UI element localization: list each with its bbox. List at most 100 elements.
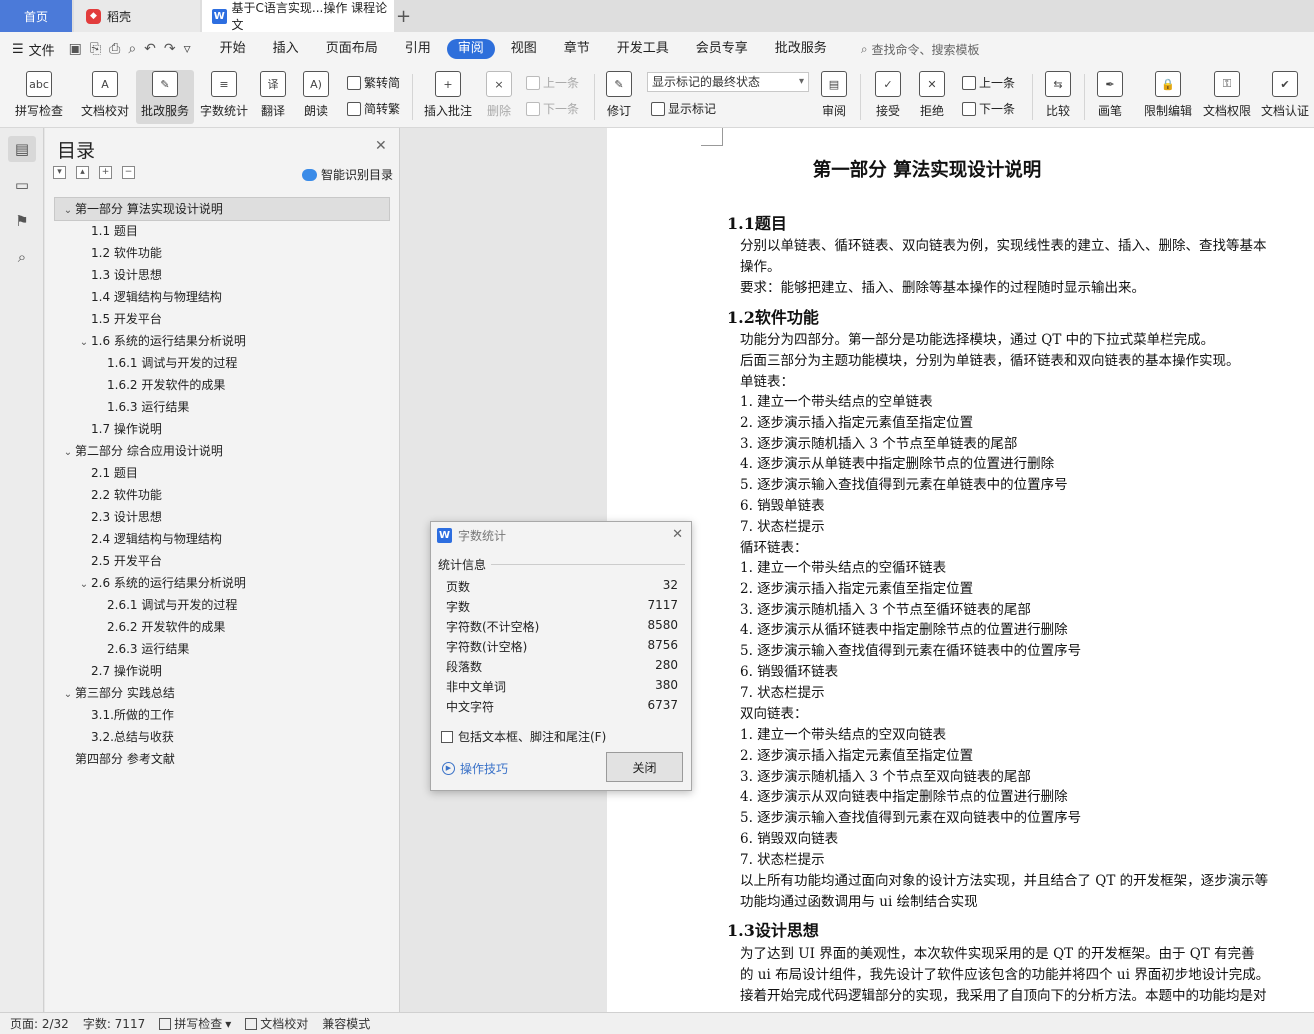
toc-item[interactable]: 2.4 逻辑结构与物理结构 [55, 528, 389, 550]
export-pdf-icon[interactable]: ⎘ [90, 41, 101, 57]
chevron-down-icon[interactable]: ⌄ [77, 332, 91, 352]
document-page[interactable]: 第一部分 算法实现设计说明 1.1题目 分别以单链表、循环链表、双向链表为例，实… [607, 128, 1314, 1012]
prev-comment-button[interactable]: 上一条 [526, 74, 579, 91]
display-mode-select[interactable]: 显示标记的最终状态 [647, 72, 809, 92]
doc-permission-button[interactable]: ⚿ 文档权限 [1200, 70, 1254, 124]
toc-item[interactable]: ⌄ 第二部分 综合应用设计说明 [55, 440, 389, 462]
toc-item[interactable]: 1.1 题目 [55, 220, 389, 242]
restrict-edit-button[interactable]: 🔒 限制编辑 [1140, 70, 1196, 124]
toc-item[interactable]: 1.6.2 开发软件的成果 [55, 374, 389, 396]
customize-dropdown-icon[interactable]: ▿ [184, 41, 191, 57]
toc-panel-icon[interactable]: ▤ [8, 136, 36, 162]
toc-item[interactable]: 3.2.总结与收获 [55, 726, 389, 748]
include-textbox-checkbox[interactable]: 包括文本框、脚注和尾注(F) [441, 728, 606, 745]
next-change-button[interactable]: 下一条 [962, 100, 1015, 117]
toc-item[interactable]: 2.6.3 运行结果 [55, 638, 389, 660]
toc-item[interactable]: ⌄ 1.6 系统的运行结果分析说明 [55, 330, 389, 352]
toc-item[interactable]: ⌄ 第三部分 实践总结 [55, 682, 389, 704]
find-icon[interactable]: ⌕ [8, 244, 36, 270]
chevron-down-icon[interactable]: ⌄ [61, 684, 75, 704]
review-pane-button[interactable]: ▤ 审阅 [816, 70, 852, 124]
redo-icon[interactable]: ↷ [164, 41, 176, 57]
ribbon-tab[interactable]: 会员专享 [685, 39, 759, 59]
toc-item[interactable]: 1.3 设计思想 [55, 264, 389, 286]
tips-link[interactable]: ▶ 操作技巧 [442, 760, 508, 777]
undo-icon[interactable]: ↶ [144, 41, 156, 57]
toc-item[interactable]: 2.1 题目 [55, 462, 389, 484]
chevron-down-icon[interactable]: ⌄ [77, 574, 91, 594]
review-service-button[interactable]: ✎ 批改服务 [136, 70, 194, 124]
new-tab-button[interactable]: + [396, 0, 414, 32]
tab-home[interactable]: 首页 [0, 0, 72, 32]
toc-item[interactable]: 2.5 开发平台 [55, 550, 389, 572]
reject-button[interactable]: ✕ 拒绝 [914, 70, 950, 124]
insert-comment-button[interactable]: + 插入批注 [420, 70, 476, 124]
collapse-all-icon[interactable]: ▾ [53, 166, 66, 179]
ribbon-tab[interactable]: 引用 [394, 39, 442, 59]
file-menu-button[interactable]: ☰ 文件 [12, 40, 55, 59]
proofread-status[interactable]: 文档校对 [245, 1015, 308, 1032]
ribbon-tab[interactable]: 插入 [262, 39, 310, 59]
toc-item[interactable]: 2.7 操作说明 [55, 660, 389, 682]
close-icon[interactable]: ✕ [672, 527, 683, 542]
ribbon-tab[interactable]: 章节 [553, 39, 601, 59]
compare-button[interactable]: ⇆ 比较 [1040, 70, 1076, 124]
page-indicator[interactable]: 页面: 2/32 [10, 1015, 69, 1032]
smart-toc-button[interactable]: 智能识别目录 [302, 166, 393, 183]
close-button[interactable]: 关闭 [606, 752, 683, 782]
ribbon-tab[interactable]: 页面布局 [315, 39, 389, 59]
next-comment-button[interactable]: 下一条 [526, 100, 579, 117]
toc-item[interactable]: 1.2 软件功能 [55, 242, 389, 264]
pen-button[interactable]: ✒ 画笔 [1092, 70, 1128, 124]
chevron-down-icon[interactable]: ⌄ [61, 442, 75, 462]
doc-auth-button[interactable]: ✔ 文档认证 [1258, 70, 1312, 124]
toc-item[interactable]: 1.4 逻辑结构与物理结构 [55, 286, 389, 308]
toc-item[interactable]: 2.2 软件功能 [55, 484, 389, 506]
delete-comment-button[interactable]: × 删除 [480, 70, 518, 124]
prev-change-button[interactable]: 上一条 [962, 74, 1015, 91]
proofread-button[interactable]: A 文档校对 [76, 70, 134, 124]
dialog-titlebar[interactable]: W 字数统计 [431, 522, 691, 548]
toc-item[interactable]: 第四部分 参考文献 [55, 748, 389, 770]
toc-item[interactable]: 1.6.1 调试与开发的过程 [55, 352, 389, 374]
word-count-button[interactable]: ≡ 字数统计 [196, 70, 252, 124]
track-changes-button[interactable]: ✎ 修订 [600, 70, 638, 124]
translate-button[interactable]: 译翻译 [254, 70, 292, 124]
toc-item[interactable]: 1.6.3 运行结果 [55, 396, 389, 418]
command-search[interactable]: ⌕ 查找命令、搜索模板 [861, 41, 980, 58]
toc-item[interactable]: 2.3 设计思想 [55, 506, 389, 528]
simp-to-trad-button[interactable]: 简转繁 [347, 100, 400, 117]
trad-to-simp-button[interactable]: 繁转简 [347, 74, 400, 91]
toc-item[interactable]: 2.6.2 开发软件的成果 [55, 616, 389, 638]
toc-item[interactable]: 1.5 开发平台 [55, 308, 389, 330]
remove-heading-icon[interactable]: − [122, 166, 135, 179]
save-icon[interactable]: ▣ [69, 41, 82, 57]
ribbon-tab[interactable]: 批改服务 [764, 39, 838, 59]
read-aloud-button[interactable]: A) 朗读 [296, 70, 336, 124]
tab-document[interactable]: W 基于C语言实现...操作 课程论文 [202, 0, 394, 32]
accept-button[interactable]: ✓ 接受 [870, 70, 906, 124]
toc-item[interactable]: 1.7 操作说明 [55, 418, 389, 440]
bookmark-icon[interactable]: ⚑ [8, 208, 36, 234]
toc-item[interactable]: ⌄ 第一部分 算法实现设计说明 [54, 197, 390, 221]
toc-item[interactable]: 2.6.1 调试与开发的过程 [55, 594, 389, 616]
print-preview-icon[interactable]: ⌕ [128, 41, 136, 57]
add-heading-icon[interactable]: + [99, 166, 112, 179]
toc-item[interactable]: 3.1.所做的工作 [55, 704, 389, 726]
word-count-indicator[interactable]: 字数: 7117 [83, 1015, 145, 1032]
chapter-nav-icon[interactable]: ▭ [8, 172, 36, 198]
ribbon-tab[interactable]: 视图 [500, 39, 548, 59]
spellcheck-button[interactable]: abc 拼写检查 [8, 70, 70, 124]
expand-all-icon[interactable]: ▴ [76, 166, 89, 179]
ribbon-tab[interactable]: 开发工具 [606, 39, 680, 59]
next-comment-label: 下一条 [543, 102, 580, 116]
toc-item[interactable]: ⌄ 2.6 系统的运行结果分析说明 [55, 572, 389, 594]
tab-daoke[interactable]: ◆ 稻壳 [74, 0, 200, 32]
ribbon-tab[interactable]: 审阅 [446, 39, 495, 59]
show-markup-button[interactable]: 显示标记 [651, 100, 716, 117]
ribbon-tab[interactable]: 开始 [209, 39, 257, 59]
spellcheck-status[interactable]: 拼写检查 ▾ [159, 1015, 231, 1032]
chevron-down-icon[interactable]: ⌄ [61, 200, 75, 220]
print-icon[interactable]: ⎙ [109, 41, 120, 57]
close-icon[interactable]: ✕ [375, 138, 387, 154]
